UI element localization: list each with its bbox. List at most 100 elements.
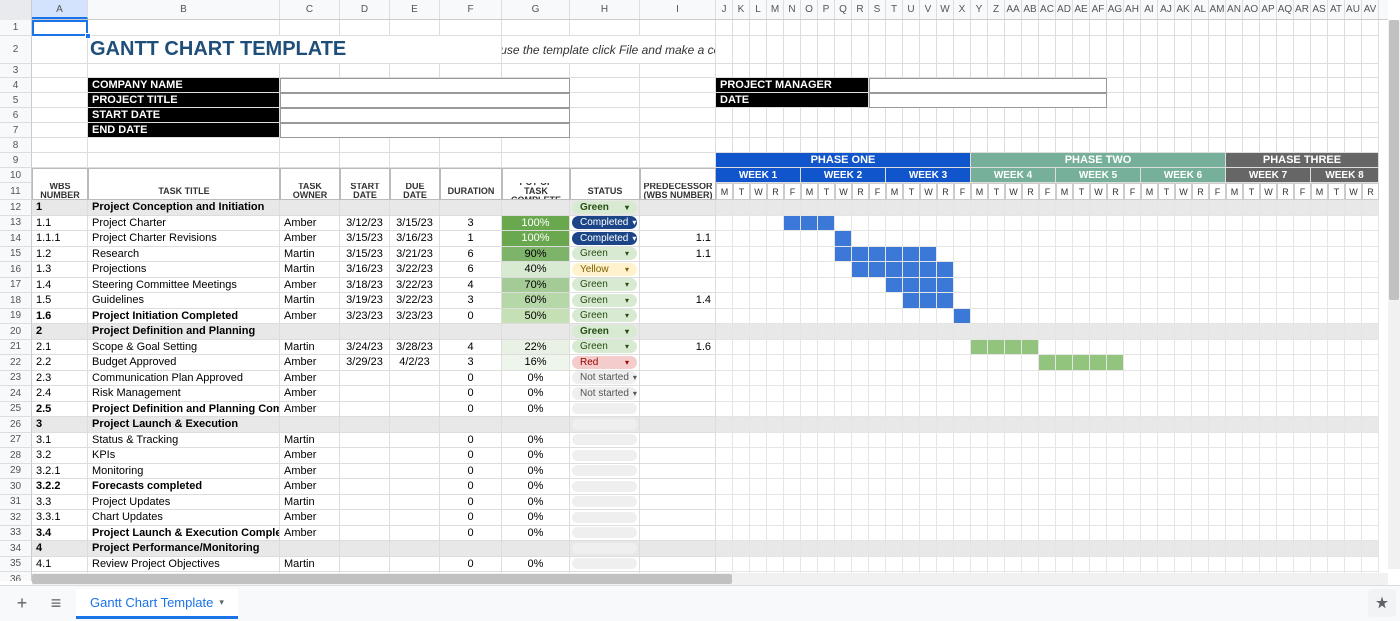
gantt-cell[interactable]	[988, 309, 1005, 325]
cell[interactable]	[954, 138, 971, 153]
column-header-P[interactable]: P	[818, 0, 835, 19]
gantt-cell[interactable]	[1192, 278, 1209, 294]
cell[interactable]	[818, 138, 835, 153]
cell[interactable]	[1158, 64, 1175, 78]
cell[interactable]	[1039, 20, 1056, 36]
cell-duration[interactable]: 0	[440, 386, 502, 402]
gantt-cell[interactable]	[971, 495, 988, 511]
cell[interactable]	[1022, 20, 1039, 36]
column-header-I[interactable]: I	[640, 0, 716, 19]
gantt-cell[interactable]	[1362, 216, 1379, 232]
cell-wbs[interactable]: 2.5	[32, 402, 88, 418]
gantt-cell[interactable]	[1107, 262, 1124, 278]
gantt-cell[interactable]	[835, 278, 852, 294]
gantt-cell[interactable]	[1141, 433, 1158, 449]
row-header-20[interactable]: 20	[0, 324, 32, 340]
gantt-cell[interactable]	[1260, 293, 1277, 309]
cell[interactable]	[440, 64, 502, 78]
gantt-cell[interactable]	[954, 510, 971, 526]
gantt-cell[interactable]	[1175, 464, 1192, 480]
gantt-cell[interactable]	[1175, 247, 1192, 263]
cell[interactable]	[1209, 78, 1226, 93]
cell-predecessor[interactable]	[640, 355, 716, 371]
gantt-cell[interactable]	[937, 526, 954, 542]
gantt-cell[interactable]	[954, 231, 971, 247]
cell[interactable]	[835, 123, 852, 138]
cell[interactable]	[1209, 108, 1226, 123]
gantt-cell[interactable]	[818, 417, 835, 433]
gantt-cell[interactable]	[971, 448, 988, 464]
cell[interactable]	[954, 20, 971, 36]
gantt-cell[interactable]	[1294, 433, 1311, 449]
gantt-cell[interactable]	[869, 216, 886, 232]
gantt-cell[interactable]	[1328, 448, 1345, 464]
gantt-cell[interactable]	[1192, 386, 1209, 402]
status-dropdown[interactable]: Yellow	[572, 263, 637, 276]
gantt-cell[interactable]	[1260, 464, 1277, 480]
gantt-cell[interactable]	[869, 340, 886, 356]
cell[interactable]	[390, 64, 440, 78]
gantt-cell[interactable]	[1294, 371, 1311, 387]
gantt-cell[interactable]	[971, 324, 988, 340]
gantt-cell[interactable]	[1311, 340, 1328, 356]
gantt-cell[interactable]	[1124, 231, 1141, 247]
gantt-cell[interactable]	[869, 247, 886, 263]
gantt-cell[interactable]	[1056, 386, 1073, 402]
gantt-cell[interactable]	[818, 495, 835, 511]
cell[interactable]	[1243, 93, 1260, 108]
cell-owner[interactable]	[280, 324, 340, 340]
gantt-cell[interactable]	[1141, 464, 1158, 480]
gantt-cell[interactable]	[852, 200, 869, 216]
gantt-cell[interactable]	[767, 324, 784, 340]
cell[interactable]	[1107, 138, 1124, 153]
cell[interactable]	[852, 123, 869, 138]
gantt-cell[interactable]	[886, 433, 903, 449]
gantt-cell[interactable]	[886, 278, 903, 294]
gantt-cell[interactable]	[1039, 402, 1056, 418]
gantt-cell[interactable]	[784, 557, 801, 573]
gantt-cell[interactable]	[971, 526, 988, 542]
cell[interactable]	[280, 20, 340, 36]
gantt-cell[interactable]	[1090, 417, 1107, 433]
gantt-cell[interactable]	[1362, 541, 1379, 557]
gantt-cell[interactable]	[716, 247, 733, 263]
gantt-cell[interactable]	[1090, 433, 1107, 449]
gantt-cell[interactable]	[1022, 541, 1039, 557]
gantt-cell[interactable]	[1056, 526, 1073, 542]
cell[interactable]	[767, 123, 784, 138]
gantt-cell[interactable]	[750, 355, 767, 371]
cell-wbs[interactable]: 1.2	[32, 247, 88, 263]
gantt-cell[interactable]	[1158, 495, 1175, 511]
gantt-cell[interactable]	[886, 309, 903, 325]
gantt-cell[interactable]	[733, 541, 750, 557]
gantt-cell[interactable]	[971, 247, 988, 263]
gantt-cell[interactable]	[1158, 448, 1175, 464]
cell[interactable]	[988, 123, 1005, 138]
cell-pct[interactable]: 0%	[502, 557, 570, 573]
cell[interactable]	[1192, 123, 1209, 138]
cell-title[interactable]: Project Launch & Execution	[88, 417, 280, 433]
gantt-cell[interactable]	[1124, 510, 1141, 526]
gantt-cell[interactable]	[954, 526, 971, 542]
cell[interactable]	[988, 64, 1005, 78]
cell[interactable]	[502, 153, 570, 168]
gantt-cell[interactable]	[1362, 247, 1379, 263]
gantt-cell[interactable]	[1345, 278, 1362, 294]
row-header-4[interactable]: 4	[0, 78, 32, 93]
gantt-cell[interactable]	[1175, 526, 1192, 542]
gantt-cell[interactable]	[1328, 526, 1345, 542]
gantt-cell[interactable]	[1158, 309, 1175, 325]
cell[interactable]	[767, 64, 784, 78]
gantt-cell[interactable]	[1158, 541, 1175, 557]
gantt-cell[interactable]	[1294, 386, 1311, 402]
cell[interactable]	[1226, 123, 1243, 138]
cell-predecessor[interactable]	[640, 433, 716, 449]
gantt-cell[interactable]	[852, 495, 869, 511]
gantt-cell[interactable]	[1056, 309, 1073, 325]
gantt-cell[interactable]	[835, 433, 852, 449]
gantt-cell[interactable]	[1090, 526, 1107, 542]
gantt-cell[interactable]	[1243, 371, 1260, 387]
cell-owner[interactable]: Martin	[280, 340, 340, 356]
gantt-cell[interactable]	[1260, 324, 1277, 340]
gantt-cell[interactable]	[1141, 402, 1158, 418]
